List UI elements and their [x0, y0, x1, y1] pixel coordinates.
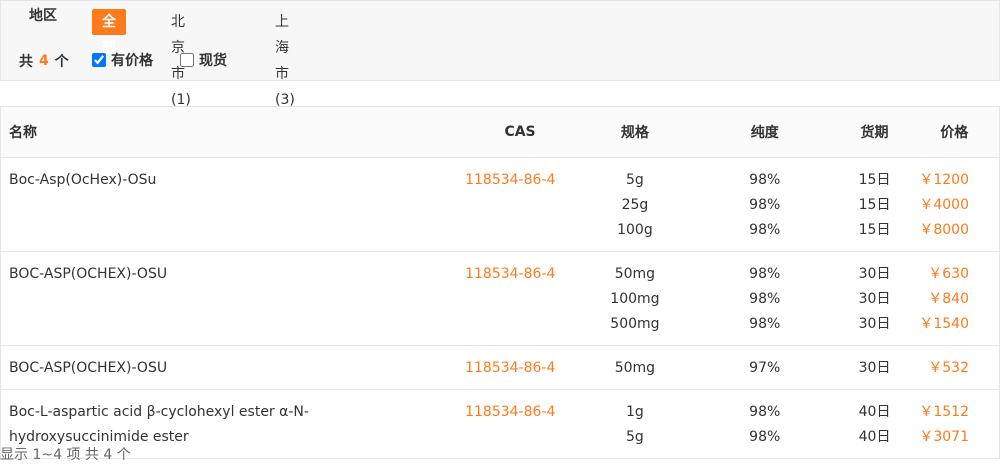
purity-cell: 97%	[690, 346, 840, 390]
region-option-beijing[interactable]: 北京市(1)	[171, 9, 191, 108]
cas-cell: 118534-86-4	[330, 158, 580, 252]
region-option-all[interactable]: 全部	[92, 9, 126, 56]
purity-value: 97%	[749, 360, 781, 376]
header-cas[interactable]: CAS	[330, 106, 580, 158]
count-suffix: 个	[54, 54, 69, 70]
header-purity[interactable]: 纯度	[689, 106, 840, 158]
cas-link[interactable]: 118534-86-4	[330, 172, 555, 188]
price-value: ￥8000	[919, 222, 969, 238]
spec-value: 100mg	[610, 291, 660, 307]
lead-time-value: 30日	[858, 360, 891, 376]
spec-value: 50mg	[614, 266, 656, 282]
table-row: BOC-ASP(OCHEX)-OSU 118534-86-4 50mg 100mg 50…	[0, 252, 1000, 346]
lead-cell: 15日 15日 15日	[840, 158, 910, 252]
cas-link[interactable]: 118534-86-4	[330, 266, 555, 282]
purity-value: 98%	[749, 316, 781, 332]
lead-time-value: 30日	[858, 266, 891, 282]
spec-cell: 1g 5g	[580, 390, 690, 459]
lead-time-value: 40日	[858, 429, 891, 445]
purity-cell: 98% 98% 98%	[690, 252, 840, 346]
in-stock-label: 现货	[199, 53, 227, 69]
price-cell: ￥630 ￥840 ￥1540	[909, 252, 999, 346]
purity-value: 98%	[749, 404, 781, 420]
spec-value: 1g	[626, 404, 644, 420]
cas-link[interactable]: 118534-86-4	[330, 360, 555, 376]
lead-time-value: 30日	[858, 316, 891, 332]
price-value: ￥840	[928, 291, 969, 307]
price-cell: ￥532	[909, 346, 999, 390]
purity-value: 98%	[749, 172, 781, 188]
header-name[interactable]: 名称	[0, 106, 331, 158]
product-name[interactable]: BOC-ASP(OCHEX)-OSU	[1, 252, 331, 346]
cas-cell: 118534-86-4	[330, 390, 580, 459]
spec-value: 5g	[626, 429, 644, 445]
header-spec[interactable]: 规格	[579, 106, 690, 158]
price-value: ￥1540	[919, 316, 969, 332]
has-price-filter[interactable]: 有价格	[92, 50, 153, 70]
product-table: 名称 CAS 规格 纯度 货期 价格 Boc-Asp(OcHex)-OSu 118…	[0, 106, 1000, 459]
price-value: ￥532	[928, 360, 969, 376]
region-option-shanghai[interactable]: 上海市(3)	[275, 9, 295, 108]
purity-cell: 98% 98% 98%	[690, 158, 840, 252]
pagination-summary: 显示 1~4 项 共 4 个	[0, 447, 131, 463]
header-price[interactable]: 价格	[909, 106, 1000, 158]
purity-value: 98%	[749, 266, 781, 282]
lead-time-value: 40日	[858, 404, 891, 420]
purity-value: 98%	[749, 197, 781, 213]
price-value: ￥3071	[919, 429, 969, 445]
filter-panel: 地区 全部 北京市(1) 上海市(3) 共 4 个 有价格 现货	[0, 0, 1000, 108]
table-row: Boc-Asp(OcHex)-OSu 118534-86-4 5g 25g 100g 98…	[0, 158, 1000, 252]
lead-cell: 30日	[840, 346, 910, 390]
price-value: ￥1200	[919, 172, 969, 188]
region-label: 地区	[29, 8, 57, 24]
table-row: Boc-L-aspartic acid β-cyclohexyl ester α…	[0, 390, 1000, 459]
purity-value: 98%	[749, 291, 781, 307]
lead-time-value: 15日	[858, 197, 891, 213]
price-cell: ￥1512 ￥3071	[909, 390, 999, 459]
spec-value: 500mg	[610, 316, 660, 332]
product-name[interactable]: BOC-ASP(OCHEX)-OSU	[1, 346, 331, 390]
spec-cell: 50mg	[580, 346, 690, 390]
cas-cell: 118534-86-4	[330, 346, 580, 390]
product-name[interactable]: Boc-Asp(OcHex)-OSu	[1, 158, 331, 252]
count-value: 4	[39, 53, 49, 69]
spec-cell: 50mg 100mg 500mg	[580, 252, 690, 346]
lead-time-value: 30日	[858, 291, 891, 307]
table-body: Boc-Asp(OcHex)-OSu 118534-86-4 5g 25g 100g 98…	[0, 158, 1000, 459]
spec-cell: 5g 25g 100g	[580, 158, 690, 252]
table-header-row: 名称 CAS 规格 纯度 货期 价格	[0, 106, 1000, 158]
lead-cell: 40日 40日	[840, 390, 910, 459]
spec-value: 50mg	[614, 360, 656, 376]
price-value: ￥630	[928, 266, 969, 282]
in-stock-checkbox[interactable]	[180, 53, 194, 67]
has-price-checkbox[interactable]	[92, 53, 106, 67]
result-count: 共 4 个	[19, 51, 69, 71]
count-prefix: 共	[19, 54, 33, 70]
price-value: ￥1512	[919, 404, 969, 420]
purity-value: 98%	[749, 222, 781, 238]
spec-value: 5g	[626, 172, 644, 188]
lead-time-value: 15日	[858, 172, 891, 188]
cas-link[interactable]: 118534-86-4	[330, 404, 555, 420]
purity-cell: 98% 98%	[690, 390, 840, 459]
spec-value: 25g	[621, 197, 649, 213]
lead-time-value: 15日	[858, 222, 891, 238]
price-value: ￥4000	[919, 197, 969, 213]
cas-cell: 118534-86-4	[330, 252, 580, 346]
price-cell: ￥1200 ￥4000 ￥8000	[909, 158, 999, 252]
in-stock-filter[interactable]: 现货	[180, 50, 227, 70]
lead-cell: 30日 30日 30日	[840, 252, 910, 346]
header-lead-time[interactable]: 货期	[839, 106, 910, 158]
has-price-label: 有价格	[111, 53, 153, 69]
purity-value: 98%	[749, 429, 781, 445]
table-row: BOC-ASP(OCHEX)-OSU 118534-86-4 50mg 97% 30日 ￥…	[0, 346, 1000, 390]
spec-value: 100g	[617, 222, 653, 238]
